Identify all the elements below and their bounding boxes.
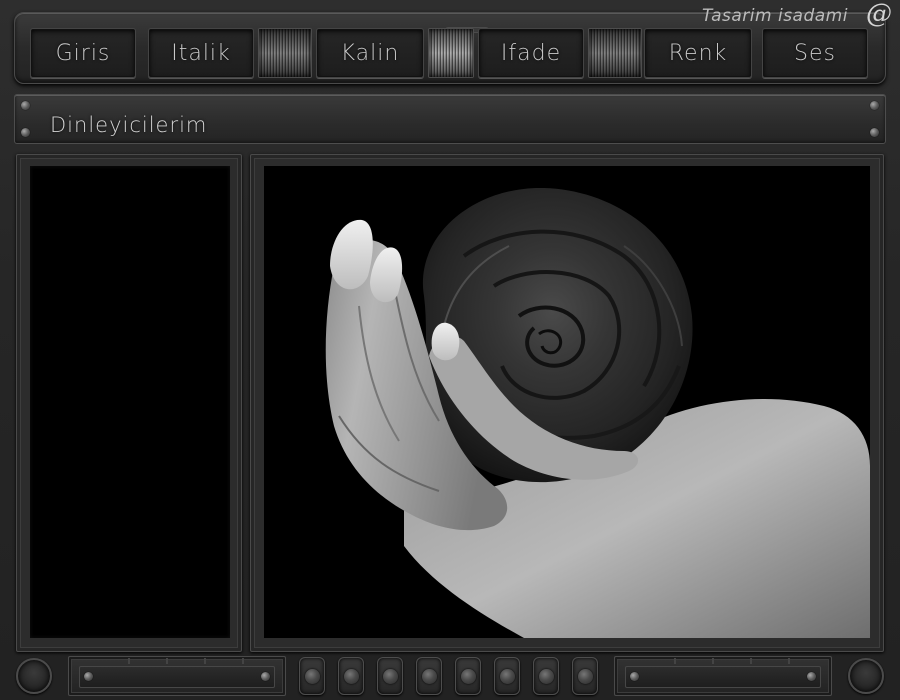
rose-in-hand-image [264, 166, 870, 638]
nav-button-giris[interactable]: Giris [30, 28, 136, 78]
rivet-icon [630, 672, 639, 681]
control-button-5[interactable] [455, 657, 481, 695]
grille-icon [258, 28, 312, 78]
dot-button-icon [460, 668, 476, 684]
control-button-8[interactable] [572, 657, 598, 695]
right-slider-rail [625, 658, 821, 688]
dot-button-icon [577, 668, 593, 684]
nav-button-ifade[interactable]: Ifade [478, 28, 584, 78]
rivet-icon [84, 672, 93, 681]
right-knob-icon[interactable] [848, 658, 884, 694]
rivet-icon [261, 672, 270, 681]
brand-at-symbol: @ [866, 0, 892, 29]
brand-text: Tasarim isadami [702, 6, 848, 26]
left-slider[interactable] [68, 656, 286, 696]
dot-button-icon [343, 668, 359, 684]
listeners-list[interactable] [30, 166, 230, 638]
control-button-1[interactable] [299, 657, 325, 695]
left-knob-icon[interactable] [16, 658, 52, 694]
grille-icon [588, 28, 642, 78]
control-button-6[interactable] [494, 657, 520, 695]
dot-button-icon [499, 668, 515, 684]
control-button-7[interactable] [533, 657, 559, 695]
dot-button-icon [538, 668, 554, 684]
nav-button-renk[interactable]: Renk [644, 28, 752, 78]
dot-button-icon [382, 668, 398, 684]
nav-button-ses[interactable]: Ses [762, 28, 868, 78]
control-button-4[interactable] [416, 657, 442, 695]
page-title: Dinleyicilerim [50, 113, 208, 137]
rivet-icon [21, 128, 30, 137]
slider-ticks [638, 658, 808, 664]
control-button-3[interactable] [377, 657, 403, 695]
left-slider-rail [79, 658, 275, 688]
right-slider[interactable] [614, 656, 832, 696]
dot-button-icon [421, 668, 437, 684]
app-frame: Tasarim isadami @ Giris Italik Kalin Ifa… [0, 0, 900, 700]
rivet-icon [870, 101, 879, 110]
rivet-icon [870, 128, 879, 137]
rivet-icon [807, 672, 816, 681]
nav-button-italik[interactable]: Italik [148, 28, 254, 78]
dot-button-icon [304, 668, 320, 684]
nav-button-kalin[interactable]: Kalin [316, 28, 424, 78]
control-button-2[interactable] [338, 657, 364, 695]
rivet-icon [21, 101, 30, 110]
rose-hand-illustration [264, 166, 870, 638]
grille-icon [428, 28, 474, 78]
slider-ticks [92, 658, 262, 664]
